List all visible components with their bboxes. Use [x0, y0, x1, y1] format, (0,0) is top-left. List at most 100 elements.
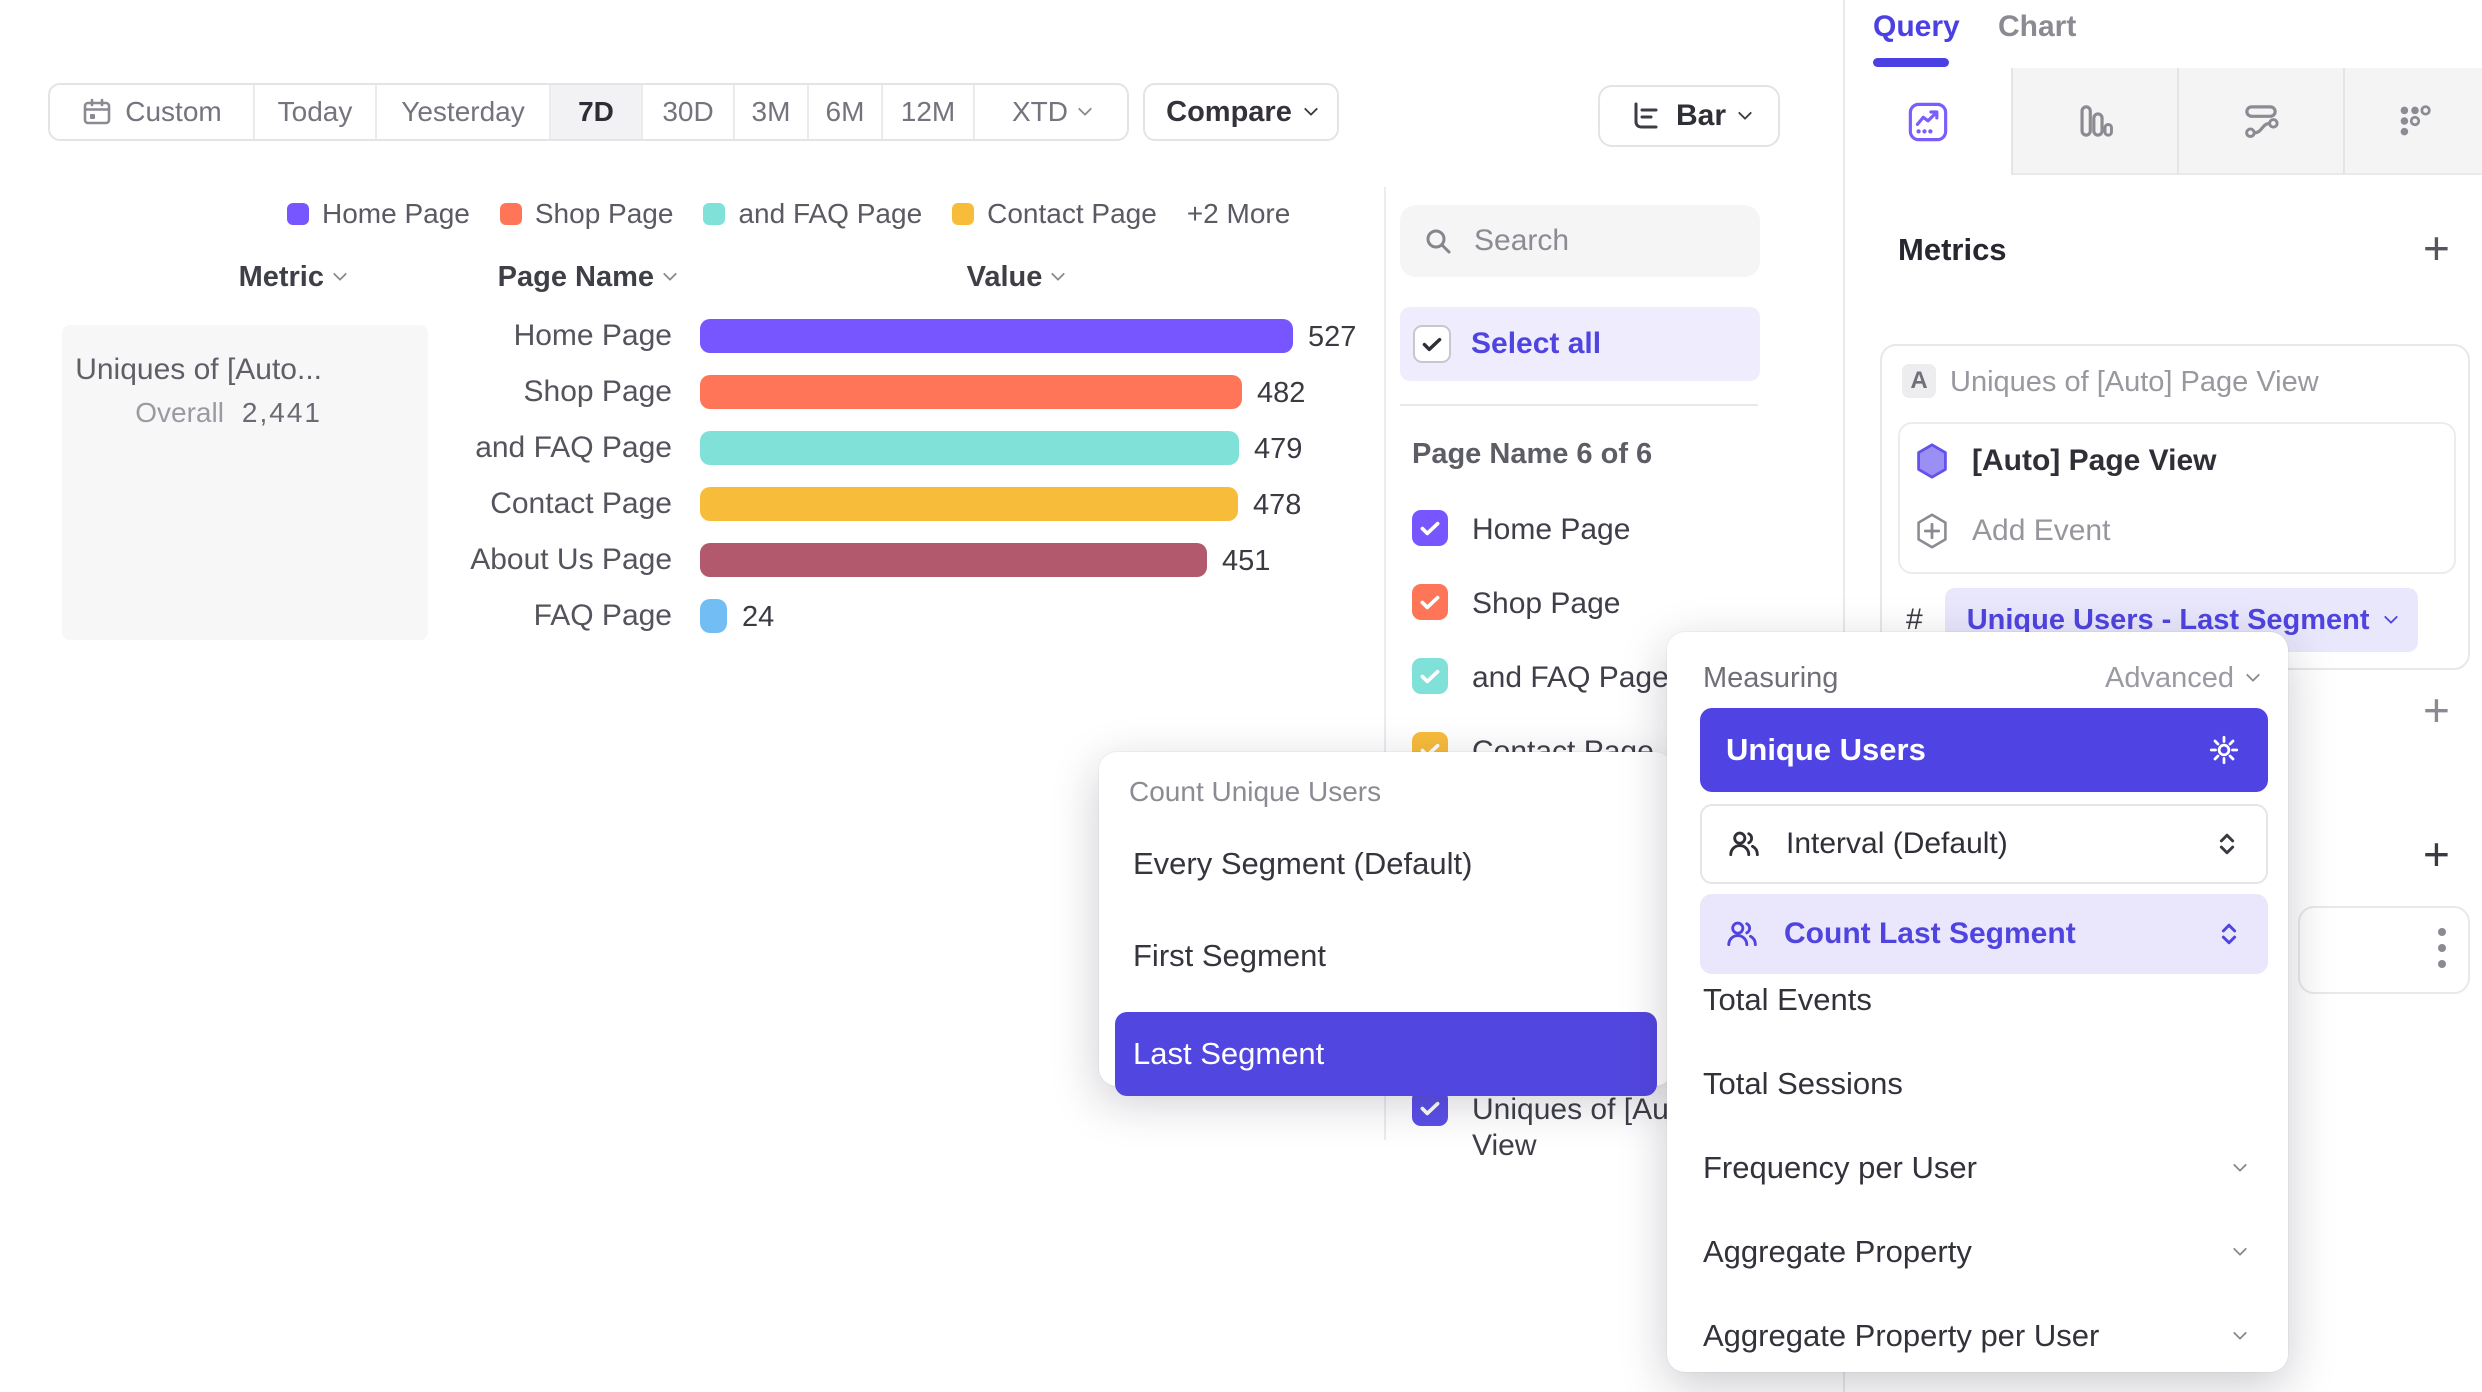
- filter-group-label: Page Name 6 of 6: [1412, 438, 1652, 471]
- measuring-popup: Measuring Advanced Unique Users Interval…: [1667, 632, 2288, 1372]
- tab-query[interactable]: Query: [1873, 10, 1960, 44]
- select-all-toggle[interactable]: Select all: [1400, 307, 1760, 381]
- measuring-option-4[interactable]: Aggregate Property: [1703, 1222, 2255, 1282]
- chevron-down-icon: [333, 266, 347, 280]
- checkbox[interactable]: [1412, 584, 1448, 620]
- legend-item: and FAQ Page: [703, 198, 922, 230]
- date-range-7d[interactable]: 7D: [551, 85, 643, 139]
- sub-option-label: Interval (Default): [1786, 827, 2008, 861]
- search-input[interactable]: Search: [1400, 205, 1760, 277]
- measuring-title: Measuring: [1703, 662, 1838, 695]
- sub-option-label: Count Last Segment: [1784, 917, 2076, 951]
- checkbox[interactable]: [1412, 658, 1448, 694]
- bar[interactable]: [700, 375, 1242, 409]
- legend-swatch: [287, 203, 309, 225]
- date-range-label: Custom: [125, 96, 221, 128]
- count-option-2[interactable]: First Segment: [1115, 914, 1657, 998]
- date-range-label: 7D: [578, 96, 614, 128]
- add-event-button[interactable]: Add Event: [1914, 512, 2110, 550]
- date-range-xtd[interactable]: XTD: [975, 85, 1127, 139]
- count-option-3[interactable]: Last Segment: [1115, 1012, 1657, 1096]
- chevron-down-icon: [1051, 266, 1065, 280]
- chart-type-insights[interactable]: [1845, 68, 2011, 175]
- event-card: [Auto] Page View Add Event: [1898, 422, 2456, 574]
- date-range-label: 3M: [752, 96, 791, 128]
- popup-title: Count Unique Users: [1129, 776, 1381, 808]
- measuring-sub-2[interactable]: Count Last Segment: [1700, 894, 2268, 974]
- select-all-checkbox[interactable]: [1413, 325, 1451, 363]
- legend-item: Home Page: [287, 198, 470, 230]
- bar-row-label: Home Page: [372, 319, 672, 353]
- chart-type-funnels[interactable]: [2011, 68, 2177, 175]
- bar-value: 527: [1308, 321, 1356, 354]
- tab-chart[interactable]: Chart: [1998, 10, 2076, 44]
- add-metric-button[interactable]: +: [2423, 228, 2450, 268]
- date-range-3m[interactable]: 3M: [735, 85, 809, 139]
- chevron-down-icon: [2233, 1241, 2247, 1255]
- count-option-1[interactable]: Every Segment (Default): [1115, 822, 1657, 906]
- compare-label: Compare: [1166, 96, 1292, 129]
- metric-overall: Overall2,441: [75, 397, 322, 429]
- people-icon: [1726, 826, 1762, 862]
- chart-type-flows[interactable]: [2177, 68, 2343, 175]
- date-range-label: Yesterday: [401, 96, 525, 128]
- metric-card[interactable]: A Uniques of [Auto] Page View [Auto] Pag…: [1880, 344, 2470, 670]
- checkbox[interactable]: [1412, 510, 1448, 546]
- date-range-today[interactable]: Today: [255, 85, 377, 139]
- bar[interactable]: [700, 487, 1238, 521]
- add-filter-button[interactable]: +: [2423, 690, 2450, 730]
- metrics-section-title: Metrics: [1898, 232, 2007, 268]
- breakdown-card[interactable]: [2298, 906, 2470, 994]
- event-name: [Auto] Page View: [1972, 444, 2216, 478]
- people-icon: [1724, 916, 1760, 952]
- metric-cell[interactable]: Uniques of [Auto... Overall2,441: [62, 325, 428, 640]
- metric-name: Uniques of [Auto...: [75, 353, 322, 387]
- retention-icon: [2395, 101, 2435, 141]
- filter-item-3[interactable]: and FAQ Page: [1412, 658, 1669, 696]
- bar-value: 24: [742, 601, 774, 634]
- chart-style-select[interactable]: Bar: [1598, 85, 1780, 147]
- filter-item-label: and FAQ Page: [1472, 658, 1669, 696]
- bar-value: 451: [1222, 545, 1270, 578]
- legend-label: Contact Page: [987, 198, 1157, 230]
- bar[interactable]: [700, 431, 1239, 465]
- advanced-toggle[interactable]: Advanced: [2105, 662, 2258, 695]
- legend-label: and FAQ Page: [738, 198, 922, 230]
- bar[interactable]: [700, 543, 1207, 577]
- measuring-option-label: Total Events: [1703, 982, 1872, 1018]
- measuring-option-5[interactable]: Aggregate Property per User: [1703, 1306, 2255, 1366]
- chevron-down-icon: [2233, 1157, 2247, 1171]
- flows-icon: [2241, 101, 2281, 141]
- active-tab-underline: [1873, 58, 1949, 67]
- measuring-option-1[interactable]: Total Events: [1703, 970, 2255, 1030]
- kebab-menu-icon[interactable]: [2438, 928, 2446, 968]
- bar[interactable]: [700, 319, 1293, 353]
- chart-type-selector: [1845, 68, 2482, 175]
- measuring-option-unique-users[interactable]: Unique Users: [1700, 708, 2268, 792]
- column-header-page-name[interactable]: Page Name: [450, 260, 675, 294]
- chevron-down-icon: [1078, 101, 1092, 115]
- date-range-6m[interactable]: 6M: [809, 85, 883, 139]
- stepper-icon: [2212, 829, 2242, 859]
- legend-more[interactable]: +2 More: [1187, 198, 1291, 230]
- measuring-sub-1[interactable]: Interval (Default): [1700, 804, 2268, 884]
- gear-icon[interactable]: [2206, 732, 2242, 768]
- date-range-30d[interactable]: 30D: [643, 85, 735, 139]
- column-header-value[interactable]: Value: [930, 260, 1100, 294]
- search-placeholder: Search: [1474, 224, 1569, 258]
- measuring-option-label: Total Sessions: [1703, 1066, 1903, 1102]
- bar-row-label: Contact Page: [372, 487, 672, 521]
- column-header-metric[interactable]: Metric: [140, 260, 345, 294]
- date-range-12m[interactable]: 12M: [883, 85, 975, 139]
- add-breakdown-button[interactable]: +: [2423, 834, 2450, 874]
- measuring-option-3[interactable]: Frequency per User: [1703, 1138, 2255, 1198]
- measuring-option-2[interactable]: Total Sessions: [1703, 1054, 2255, 1114]
- date-range-custom[interactable]: Custom: [50, 85, 255, 139]
- filter-item-1[interactable]: Home Page: [1412, 510, 1630, 548]
- compare-button[interactable]: Compare: [1143, 83, 1339, 141]
- bar[interactable]: [700, 599, 727, 633]
- chart-type-retention[interactable]: [2343, 68, 2482, 175]
- date-range-yesterday[interactable]: Yesterday: [377, 85, 551, 139]
- filter-item-2[interactable]: Shop Page: [1412, 584, 1620, 622]
- event-row[interactable]: [Auto] Page View: [1914, 442, 2216, 480]
